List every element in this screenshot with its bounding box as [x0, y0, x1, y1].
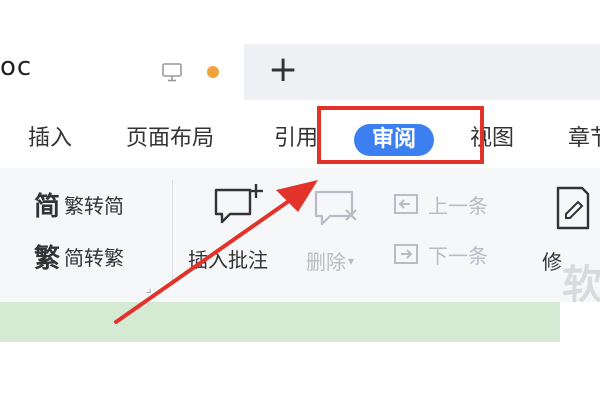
document-area[interactable] — [0, 302, 560, 342]
dialog-launcher-icon[interactable]: ⌟ — [146, 281, 152, 295]
unsaved-indicator-dot — [207, 66, 219, 78]
next-comment-button[interactable]: 下一条 — [392, 240, 488, 269]
ribbon-menu-bar: 插入 页面布局 引用 审阅 视图 章节 — [0, 110, 600, 168]
edit-document-icon[interactable] — [552, 184, 592, 232]
delete-label: 删除 — [306, 250, 346, 274]
previous-comment-label: 上一条 — [428, 194, 488, 218]
simp-to-trad-button[interactable]: 繁简转繁 — [34, 238, 124, 275]
new-tab-button[interactable]: + — [268, 50, 298, 90]
blank-area — [0, 342, 600, 400]
insert-comment-button[interactable]: 插入批注 — [188, 244, 268, 273]
comment-add-icon[interactable] — [212, 180, 264, 228]
ribbon-separator — [172, 180, 173, 284]
document-tab-title[interactable]: oc — [0, 52, 32, 82]
next-comment-icon — [394, 243, 418, 264]
trad-to-simp-label: 繁转简 — [64, 194, 125, 218]
menu-page-layout[interactable]: 页面布局 — [126, 110, 214, 168]
trad-to-simp-icon: 简 — [34, 192, 61, 222]
delete-comment-button[interactable]: 删除 ▾ — [306, 246, 354, 275]
menu-references[interactable]: 引用 — [274, 110, 318, 168]
menu-chapter[interactable]: 章节 — [568, 110, 600, 168]
previous-comment-icon — [394, 193, 418, 214]
previous-comment-button[interactable]: 上一条 — [392, 190, 488, 219]
watermark-text: 软 — [562, 262, 600, 308]
review-tab-highlight-box — [317, 106, 484, 164]
trad-to-simp-button[interactable]: 简繁转简 — [34, 186, 124, 223]
next-comment-label: 下一条 — [428, 244, 488, 268]
simp-to-trad-label: 简转繁 — [64, 246, 125, 270]
modify-button-label[interactable]: 修 — [542, 246, 562, 275]
menu-insert[interactable]: 插入 — [28, 110, 72, 168]
title-bar: oc + — [0, 0, 600, 110]
simp-to-trad-icon: 繁 — [34, 244, 61, 274]
monitor-icon[interactable] — [160, 60, 184, 84]
comment-delete-icon[interactable] — [312, 186, 360, 230]
chevron-down-icon: ▾ — [348, 253, 355, 268]
